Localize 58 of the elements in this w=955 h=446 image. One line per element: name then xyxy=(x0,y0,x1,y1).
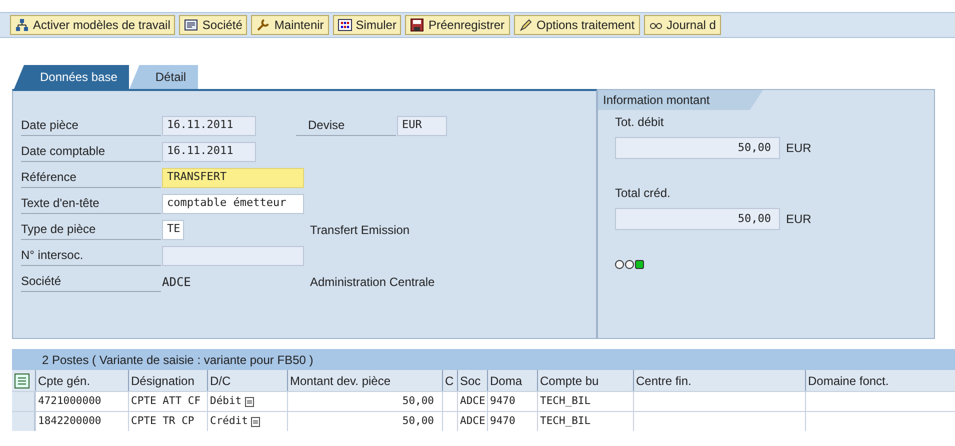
currency-field[interactable]: EUR xyxy=(397,116,447,136)
table-cell-text: ADCE xyxy=(460,394,486,409)
amount-field[interactable]: 50,00 xyxy=(615,208,780,230)
toolbar-button[interactable]: Activer modèles de travail xyxy=(10,15,176,35)
table-cell-text: 50,00 xyxy=(402,414,434,429)
toolbar-button[interactable]: Maintenir xyxy=(251,15,329,35)
field-label: N° intersoc. xyxy=(21,245,161,266)
dropdown-icon[interactable] xyxy=(244,396,254,406)
field-label: Tot. débit xyxy=(615,114,665,131)
select-all-icon[interactable] xyxy=(14,372,30,388)
field-label: Société xyxy=(21,271,161,292)
toolbar-button[interactable]: Préenregistrer xyxy=(405,15,510,35)
input-field[interactable]: TE xyxy=(162,220,184,240)
wrench-icon xyxy=(256,18,270,32)
tab[interactable]: Détail xyxy=(129,65,198,89)
toolbar-button[interactable]: Options traitement xyxy=(514,15,640,35)
table-cell-text: 9470 xyxy=(490,394,516,409)
document-icon xyxy=(184,18,198,32)
field-label: Date pièce xyxy=(21,115,161,136)
input-field[interactable]: TRANSFERT xyxy=(162,168,304,188)
amount-field[interactable]: 50,00 xyxy=(615,137,780,159)
table-cell-text: CPTE ATT CF xyxy=(131,394,201,409)
table-cell-text: 50,00 xyxy=(402,394,434,409)
toolbar-button[interactable]: Société xyxy=(179,15,248,35)
table-title: 2 Postes ( Variante de saisie : variante pour FB50 ) xyxy=(12,349,955,370)
description-text: Transfert Emission xyxy=(309,222,410,238)
tab[interactable]: Données base xyxy=(14,65,130,89)
input-field[interactable]: 16.11.2011 xyxy=(162,142,256,162)
table-cell-text: 9470 xyxy=(490,414,516,429)
table-cell-text: Débit xyxy=(210,394,242,409)
field-label: Référence xyxy=(21,167,161,188)
dropdown-icon[interactable] xyxy=(250,416,260,426)
table-cell-text: Crédit xyxy=(210,414,248,429)
pencil-icon xyxy=(518,18,532,32)
table-cell-text: 4721000000 xyxy=(38,394,102,409)
toolbar-button[interactable]: Simuler xyxy=(332,15,402,35)
input-field[interactable]: 16.11.2011 xyxy=(162,116,256,136)
table-cell-text: TECH_BIL xyxy=(540,394,591,409)
input-field[interactable] xyxy=(162,246,304,266)
field-label: Devise xyxy=(296,115,396,136)
field-label: Type de pièce xyxy=(21,219,161,240)
panel-title: Information montant xyxy=(598,90,763,110)
table-cell-text: TECH_BIL xyxy=(540,414,591,429)
floppy-icon xyxy=(410,18,424,32)
input-field: ADCE xyxy=(162,272,191,290)
hierarchy-icon xyxy=(15,18,29,32)
table-cell-text: CPTE TR CP xyxy=(131,414,194,429)
table-cell-text: ADCE xyxy=(460,414,486,429)
currency-text: EUR xyxy=(786,211,812,228)
field-label: Texte d'en-tête xyxy=(21,193,161,214)
description-text: Administration Centrale xyxy=(309,274,435,290)
toolbar-button[interactable]: Journal d xyxy=(644,15,721,35)
currency-text: EUR xyxy=(786,140,812,157)
table-cell-text: 1842200000 xyxy=(38,414,102,429)
field-label: Date comptable xyxy=(21,141,161,162)
grid-icon xyxy=(338,18,352,32)
input-field[interactable]: comptable émetteur xyxy=(162,194,304,214)
field-label: Total créd. xyxy=(615,185,672,202)
